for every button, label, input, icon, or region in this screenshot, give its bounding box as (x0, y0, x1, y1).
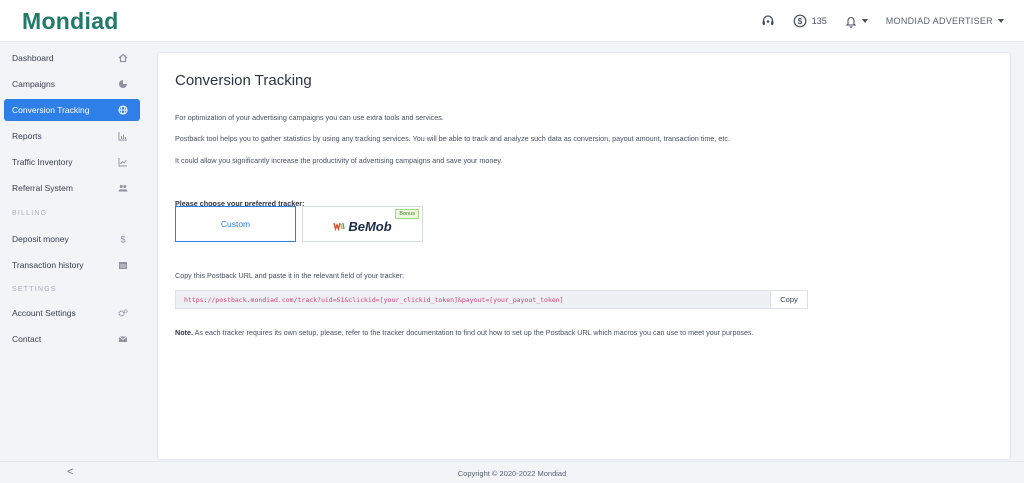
notifications-button[interactable] (845, 15, 868, 28)
sidebar-item-contact[interactable]: Contact (4, 328, 140, 350)
sidebar-item-label: Conversion Tracking (12, 105, 90, 115)
postback-copy-instruction: Copy this Postback URL and paste it in t… (175, 271, 405, 280)
sidebar-item-label: Traffic Inventory (12, 157, 73, 167)
calendar-icon (118, 260, 128, 270)
support-button[interactable] (761, 14, 775, 28)
copyright-text: Copyright © 2020-2022 Mondiad (457, 469, 567, 478)
sidebar-item-label: Transaction history (12, 260, 84, 270)
bemob-mark-icon (333, 222, 346, 231)
tracker-custom-label: Custom (220, 219, 251, 229)
sidebar-item-campaigns[interactable]: Campaigns (4, 73, 140, 95)
sidebar-item-label: Account Settings (12, 308, 76, 318)
users-icon (118, 183, 128, 193)
sidebar-item-label: Campaigns (12, 79, 55, 89)
sidebar-item-label: Reports (12, 131, 42, 141)
postback-url-field[interactable]: https://postback.mondiad.com/track?uid=5… (175, 290, 808, 309)
globe-icon (118, 105, 128, 115)
bemob-logo: BeMob (333, 218, 392, 234)
line-chart-icon (118, 157, 128, 167)
sidebar-item-label: Dashboard (12, 53, 54, 63)
dollar-circle-icon: $ (793, 14, 807, 28)
sidebar-item-dashboard[interactable]: Dashboard (4, 47, 140, 69)
header-actions: $ 135 MONDIAD ADVERTISER (761, 0, 1004, 42)
postback-description: Postback tool helps you to gather statis… (175, 134, 730, 143)
top-header: Mondiad $ 135 MONDIAD ADVERTISER (0, 0, 1024, 42)
note-label: Note. (175, 328, 193, 337)
mondiad-logo[interactable]: Mondiad (22, 8, 119, 35)
sidebar-item-label: Referral System (12, 183, 73, 193)
page-title: Conversion Tracking (175, 72, 312, 89)
balance-display[interactable]: $ 135 (793, 14, 827, 28)
conversion-tracking-card: Conversion Tracking For optimization of … (157, 52, 1011, 460)
bar-chart-icon (118, 131, 128, 141)
sidebar-item-deposit-money[interactable]: Deposit money $ (4, 228, 140, 250)
user-menu-label: MONDIAD ADVERTISER (885, 16, 993, 26)
postback-url-text: https://postback.mondiad.com/track?uid=5… (184, 295, 564, 304)
envelope-icon (118, 334, 128, 344)
tracker-option-bemob[interactable]: BeMob Bonus (302, 206, 423, 242)
caret-down-icon (998, 19, 1004, 23)
sidebar-item-account-settings[interactable]: Account Settings (4, 302, 140, 324)
footer: < Copyright © 2020-2022 Mondiad (0, 461, 1024, 483)
sidebar-section-billing: BILLING (12, 210, 48, 217)
bell-icon (845, 16, 857, 28)
dollar-icon: $ (118, 234, 128, 245)
sidebar-item-label: Contact (12, 334, 42, 344)
sidebar-item-conversion-tracking[interactable]: Conversion Tracking (4, 99, 140, 121)
sidebar-item-traffic-inventory[interactable]: Traffic Inventory (4, 151, 140, 173)
headset-icon (762, 15, 774, 25)
intro-paragraph: For optimization of your advertising cam… (175, 113, 444, 122)
sidebar-section-settings: SETTINGS (12, 286, 57, 293)
user-menu[interactable]: MONDIAD ADVERTISER (886, 16, 1004, 26)
bonus-badge: Bonus (395, 209, 419, 219)
sidebar-item-referral-system[interactable]: Referral System (4, 177, 140, 199)
note-text: As each tracker requires its own setup, … (192, 328, 754, 337)
bemob-label: BeMob (348, 218, 392, 234)
pie-chart-icon (118, 79, 128, 89)
tracker-option-custom[interactable]: Custom (175, 206, 296, 242)
home-icon (118, 53, 128, 63)
sidebar: Dashboard Campaigns Conversion Tracking … (0, 42, 148, 456)
sidebar-item-transaction-history[interactable]: Transaction history (4, 254, 140, 276)
caret-down-icon (861, 19, 868, 23)
sidebar-item-label: Deposit money (12, 234, 69, 244)
productivity-paragraph: It could allow you significantly increas… (175, 156, 503, 165)
copy-button[interactable]: Copy (770, 290, 808, 309)
tracker-note: Note. As each tracker requires its own s… (175, 328, 754, 337)
gears-icon (118, 308, 128, 318)
sidebar-item-reports[interactable]: Reports (4, 125, 140, 147)
svg-text:$: $ (120, 235, 125, 245)
balance-value: 135 (811, 16, 827, 26)
svg-text:$: $ (797, 17, 802, 26)
